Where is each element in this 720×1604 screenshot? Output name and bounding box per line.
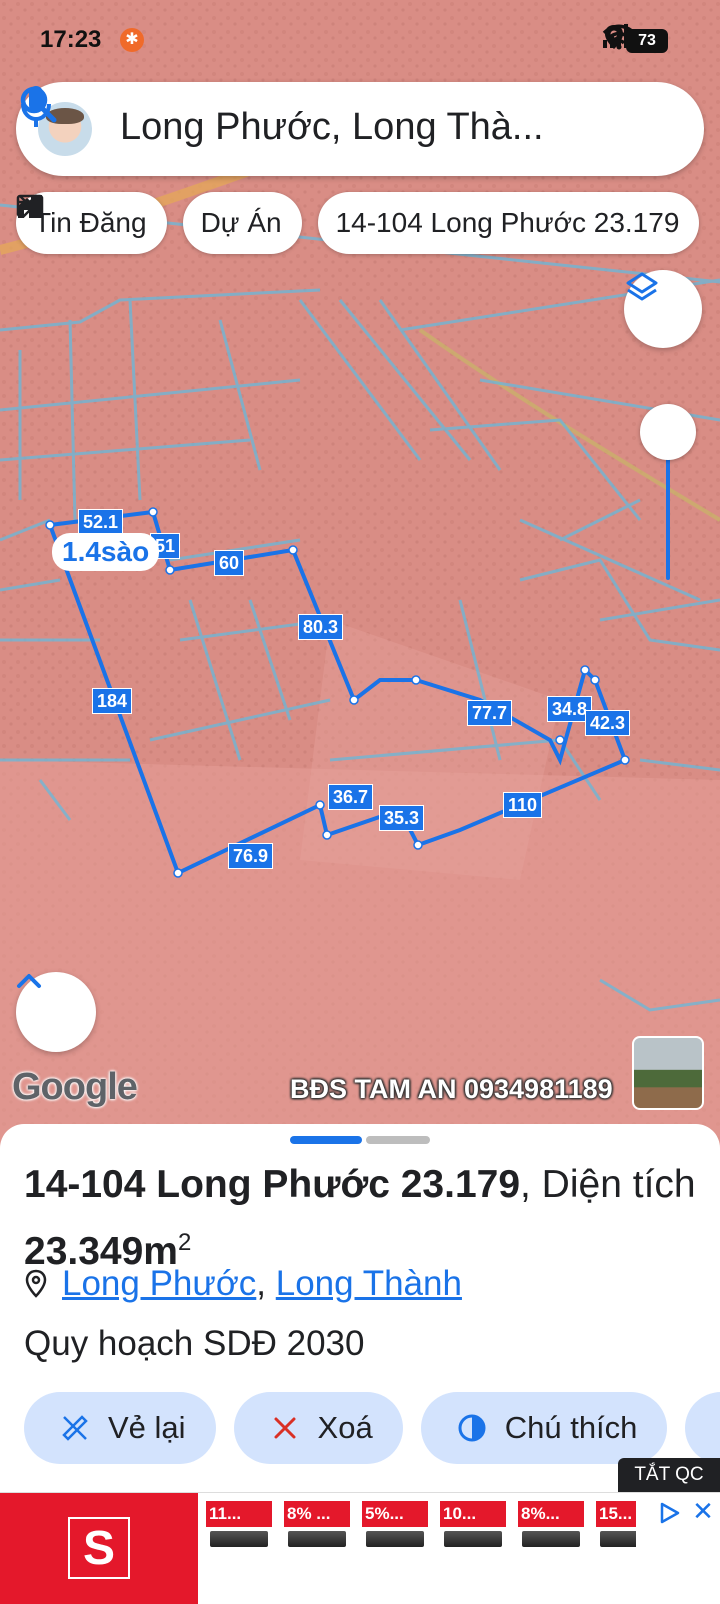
- title-suffix: , Diện tích: [520, 1163, 696, 1206]
- edge-label: 80.3: [298, 614, 344, 640]
- battery-icon: 73: [626, 29, 668, 53]
- deal-label: 10...: [440, 1501, 506, 1527]
- edge-label: 184: [92, 688, 133, 714]
- deal-label: 11...: [206, 1501, 272, 1527]
- more-actions-button[interactable]: [685, 1392, 720, 1464]
- redraw-label: Vẻ lại: [108, 1410, 186, 1445]
- laptop-image: [522, 1531, 580, 1547]
- edge-label: 42.3: [585, 710, 631, 736]
- legend-label: Chú thích: [504, 1410, 638, 1445]
- edge-label: 35.3: [379, 805, 425, 831]
- edge-label: 77.7: [467, 700, 513, 726]
- redraw-button[interactable]: Vẻ lại: [24, 1392, 216, 1464]
- chip-label: 14-104 Long Phước 23.179: [335, 207, 680, 238]
- parcel-title: 14-104 Long Phước 23.179, Diện tích 23.3…: [24, 1156, 704, 1281]
- status-bar: 17:23 ✱ 73: [0, 0, 720, 80]
- ad-deal[interactable]: 8%...: [518, 1501, 584, 1551]
- deal-label: 5%...: [362, 1501, 428, 1527]
- search-bar[interactable]: Long Phước, Long Thà...: [16, 82, 704, 176]
- location-pin-icon: [25, 1269, 47, 1298]
- chip-parcel[interactable]: 14-104 Long Phước 23.179: [18, 192, 700, 254]
- close-icon: [274, 1417, 296, 1439]
- ad-deal[interactable]: 11...: [206, 1501, 272, 1551]
- location-row: Long Phước, Long Thành: [24, 1264, 462, 1304]
- chip-label: Dự Án: [200, 207, 282, 238]
- brand-letter: S: [68, 1517, 130, 1579]
- google-logo: Google: [12, 1066, 138, 1108]
- layers-icon: [626, 272, 658, 301]
- edge-label: 36.7: [328, 784, 374, 810]
- sheet-handle-secondary[interactable]: [366, 1136, 430, 1144]
- edge-label: 110: [503, 792, 543, 818]
- status-time: 17:23: [40, 26, 102, 53]
- deal-label: 8% ...: [284, 1501, 350, 1527]
- mic-icon[interactable]: [16, 82, 56, 130]
- delete-button[interactable]: Xoá: [233, 1392, 403, 1464]
- laptop-image: [600, 1531, 636, 1547]
- commune-link[interactable]: Long Phước: [62, 1264, 256, 1303]
- action-buttons: Vẻ lại Xoá Chú thích: [24, 1392, 720, 1464]
- laptop-image: [210, 1531, 268, 1547]
- district-link[interactable]: Long Thành: [276, 1264, 462, 1303]
- ad-close-icon[interactable]: ✕: [690, 1497, 716, 1525]
- laptop-image: [444, 1531, 502, 1547]
- edge-label: 52.1: [78, 509, 124, 535]
- ad-deal[interactable]: 15...: [596, 1501, 636, 1551]
- filter-chips: Tin Đăng Dự Án 14-104 Long Phước 23.179: [16, 192, 700, 254]
- ad-deals: 11... 8% ... 5%... 10... 8%... 15...: [206, 1501, 636, 1551]
- ad-deal[interactable]: 10...: [440, 1501, 506, 1551]
- chevron-up-icon: [17, 974, 41, 988]
- edge-label: 76.9: [228, 843, 274, 869]
- area-unit-sup: 2: [177, 1229, 192, 1256]
- notification-icon: ✱: [120, 28, 144, 52]
- map-view[interactable]: 52.1 51 60 80.3 184 77.7 34.8 42.3 36.7 …: [0, 0, 720, 1150]
- ad-deal[interactable]: 8% ...: [284, 1501, 350, 1551]
- street-photo-thumbnail[interactable]: [632, 1036, 704, 1110]
- layers-button[interactable]: [624, 270, 702, 348]
- chip-projects[interactable]: Dự Án: [18, 192, 302, 254]
- laptop-image: [366, 1531, 424, 1547]
- sheet-handle[interactable]: [290, 1136, 362, 1144]
- planning-label: Quy hoạch SDĐ 2030: [24, 1324, 365, 1363]
- location-separator: ,: [256, 1264, 267, 1303]
- laptop-image: [288, 1531, 346, 1547]
- deal-label: 15...: [596, 1501, 636, 1527]
- parcel-id: 14-104 Long Phước 23.179: [24, 1163, 521, 1206]
- chip-label: Tin Đăng: [34, 207, 147, 238]
- expand-button[interactable]: [16, 972, 96, 1052]
- legend-icon: [458, 1414, 486, 1442]
- ad-brand-logo[interactable]: S: [0, 1493, 198, 1604]
- ruler-icon: [18, 194, 42, 218]
- redraw-icon: [62, 1415, 88, 1441]
- legend-button[interactable]: Chú thích: [420, 1392, 668, 1464]
- area-badge: 1.4sào: [52, 533, 160, 571]
- opacity-slider-handle[interactable]: [640, 404, 696, 460]
- delete-label: Xoá: [317, 1410, 373, 1445]
- ad-deal[interactable]: 5%...: [362, 1501, 428, 1551]
- search-input[interactable]: Long Phước, Long Thà...: [120, 106, 560, 149]
- ad-choices-icon[interactable]: [658, 1501, 682, 1525]
- disable-ads-button[interactable]: TẮT QC: [618, 1458, 720, 1492]
- deal-label: 8%...: [518, 1501, 584, 1527]
- ad-banner[interactable]: S 11... 8% ... 5%... 10... 8%... 15... ✕: [0, 1492, 720, 1604]
- watermark: BĐS TAM AN 0934981189: [290, 1074, 613, 1104]
- edge-label: 60: [214, 550, 245, 576]
- info-sheet: 14-104 Long Phước 23.179, Diện tích 23.3…: [0, 1124, 720, 1494]
